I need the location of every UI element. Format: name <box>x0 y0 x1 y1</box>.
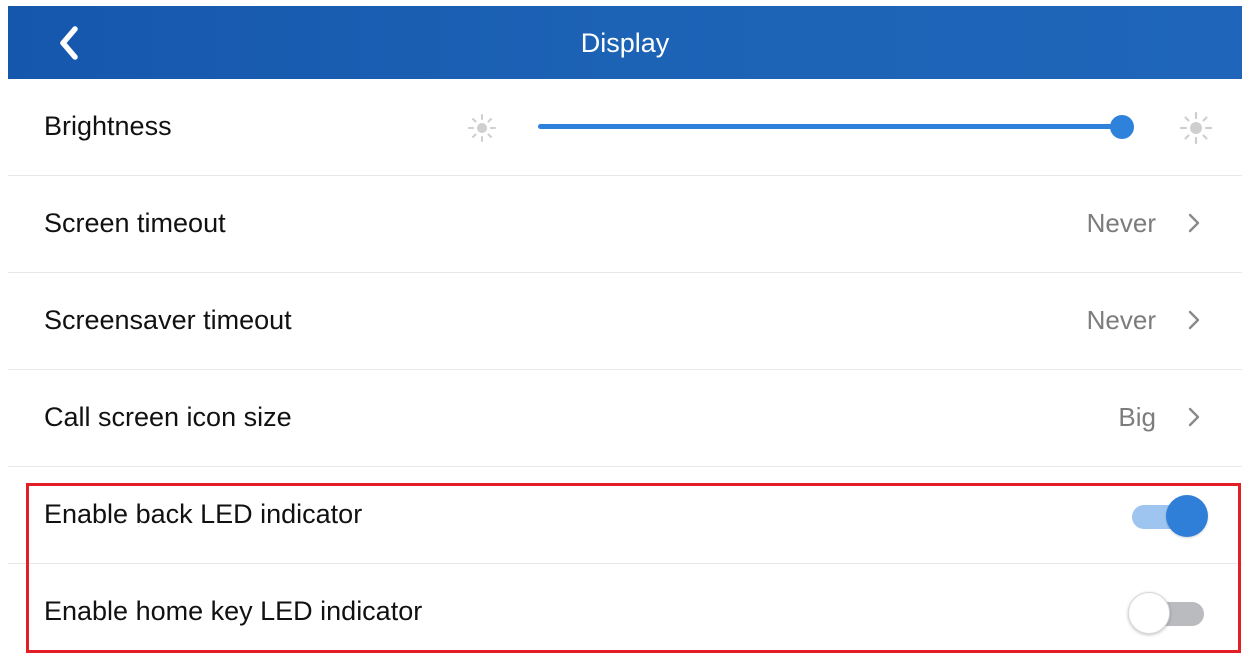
brightness-high-icon <box>1180 112 1212 144</box>
display-settings-page: Display Brightness Screen timeout Never … <box>0 0 1250 656</box>
home-key-led-row[interactable]: Enable home key LED indicator <box>8 564 1242 656</box>
call-screen-icon-size-label: Call screen icon size <box>44 402 292 432</box>
toggle-thumb <box>1166 495 1208 537</box>
screensaver-timeout-value: Never <box>1086 305 1156 335</box>
slider-fill <box>538 124 1122 129</box>
back-led-toggle[interactable] <box>1128 495 1208 537</box>
home-key-led-toggle[interactable] <box>1128 592 1208 634</box>
back-led-label: Enable back LED indicator <box>44 499 363 529</box>
chevron-right-icon <box>1188 407 1200 427</box>
call-screen-icon-size-row[interactable]: Call screen icon size Big <box>8 370 1242 467</box>
home-key-led-label: Enable home key LED indicator <box>44 596 423 626</box>
toggle-thumb <box>1128 592 1170 634</box>
screensaver-timeout-row[interactable]: Screensaver timeout Never <box>8 273 1242 370</box>
brightness-label: Brightness <box>44 111 172 141</box>
screen-timeout-row[interactable]: Screen timeout Never <box>8 176 1242 273</box>
call-screen-icon-size-value: Big <box>1118 402 1156 432</box>
slider-thumb[interactable] <box>1110 115 1134 139</box>
header-bar: Display <box>8 6 1242 79</box>
back-led-row[interactable]: Enable back LED indicator <box>8 467 1242 564</box>
chevron-right-icon <box>1188 213 1200 233</box>
page-title: Display <box>580 28 670 58</box>
screen-timeout-value: Never <box>1086 208 1156 238</box>
brightness-low-icon <box>468 114 496 142</box>
screensaver-timeout-label: Screensaver timeout <box>44 305 292 335</box>
screen-timeout-label: Screen timeout <box>44 208 226 238</box>
brightness-slider[interactable] <box>538 106 1134 146</box>
chevron-right-icon <box>1188 310 1200 330</box>
